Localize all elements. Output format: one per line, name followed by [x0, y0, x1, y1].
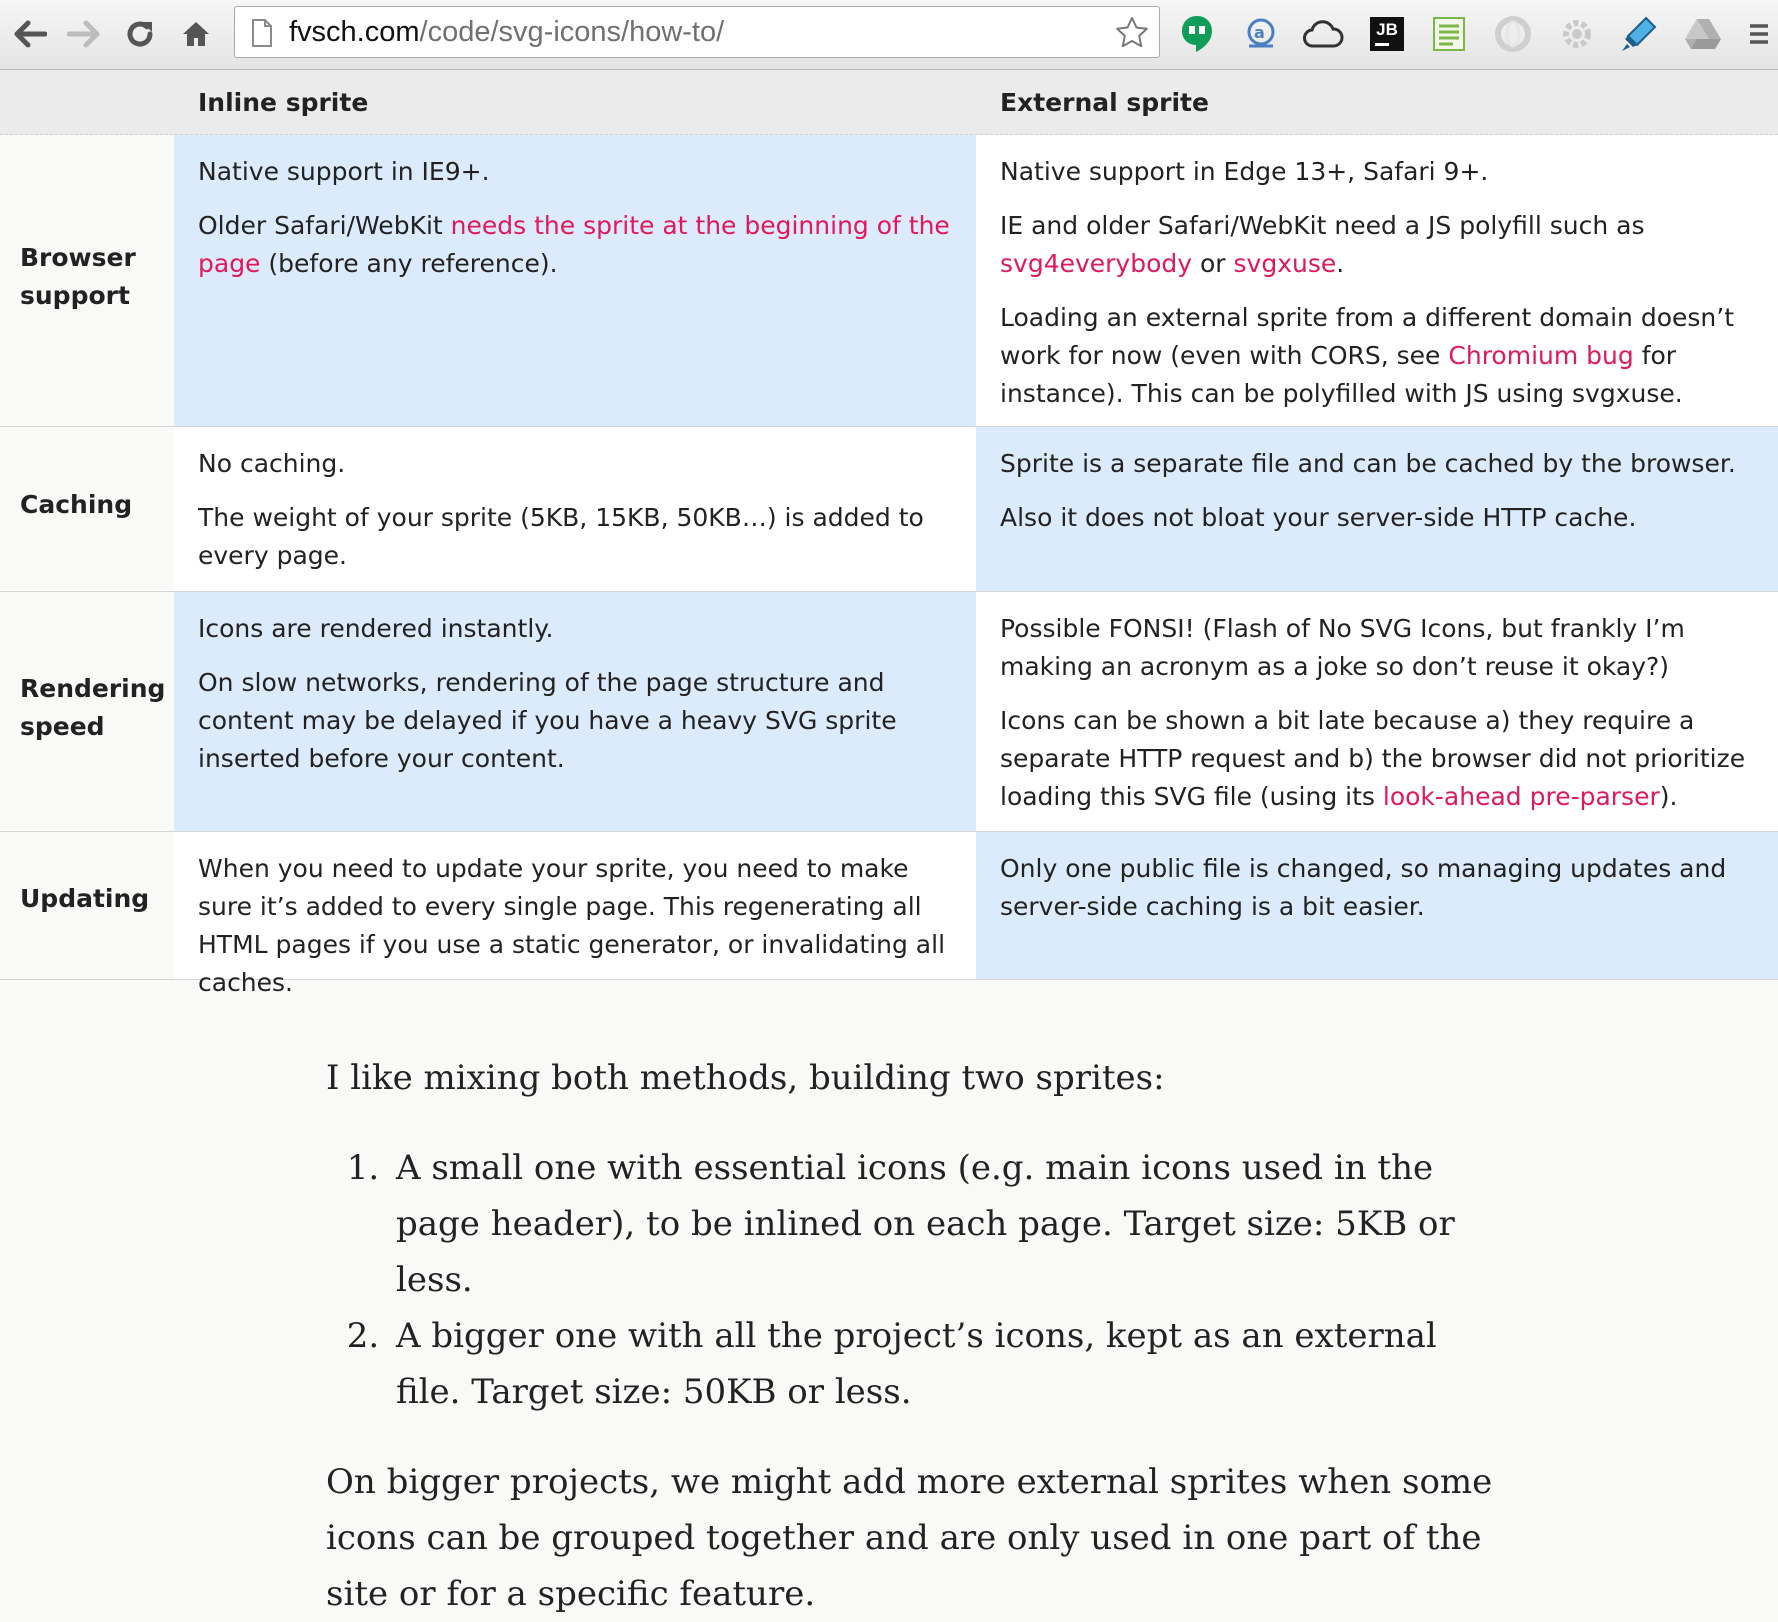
translate-icon[interactable]: a	[1238, 11, 1284, 57]
row-header-line: Browser	[20, 243, 136, 272]
table-row-browser-support: Browser support Native support in IE9+. …	[0, 135, 1778, 427]
cell-text: Sprite is a separate file and can be cac…	[1000, 449, 1736, 478]
cell-text: Icons are rendered instantly.	[198, 614, 554, 643]
cell-text: Older Safari/WebKit needs the sprite at …	[198, 207, 952, 283]
cell-text: Native support in Edge 13+, Safari 9+.	[1000, 157, 1489, 186]
bookmark-star-icon[interactable]	[1115, 16, 1149, 48]
url-host: fvsch.com	[289, 16, 420, 48]
address-bar[interactable]: fvsch.com/code/svg-icons/how-to/	[234, 6, 1160, 58]
cell-text: Also it does not bloat your server-side …	[1000, 503, 1637, 532]
cell-text: The weight of your sprite (5KB, 15KB, 50…	[198, 503, 924, 570]
list-item: A bigger one with all the project’s icon…	[390, 1308, 1496, 1420]
cell-external-updating: Only one public file is changed, so mana…	[976, 832, 1778, 979]
row-header-line: speed	[20, 712, 105, 741]
back-arrow-icon	[14, 20, 47, 48]
column-header-inline: Inline sprite	[198, 88, 369, 117]
cell-text-segment: Older Safari/WebKit	[198, 211, 451, 240]
table-row-updating: Updating When you need to update your sp…	[0, 832, 1778, 997]
cell-inline-browser-support: Native support in IE9+. Older Safari/Web…	[174, 135, 976, 426]
drive-icon[interactable]	[1680, 11, 1726, 57]
reload-button[interactable]	[116, 10, 164, 58]
url-path: /code/svg-icons/how-to/	[419, 16, 725, 48]
row-header-caching: Caching	[20, 490, 133, 519]
link-chromium-bug[interactable]: Chromium bug	[1448, 341, 1633, 370]
jetbrains-label: JB	[1376, 20, 1398, 39]
back-button[interactable]	[6, 10, 54, 58]
article-closing: On bigger projects, we might add more ex…	[326, 1462, 1493, 1614]
home-button[interactable]	[172, 10, 220, 58]
cell-text: Icons can be shown a bit late because a)…	[1000, 702, 1754, 816]
cell-text: On slow networks, rendering of the page …	[198, 668, 897, 773]
cell-text: Possible FONSI! (Flash of No SVG Icons, …	[1000, 614, 1685, 681]
article-body: I like mixing both methods, building two…	[326, 1050, 1496, 1622]
cell-text-segment: or	[1192, 249, 1234, 278]
row-header-line: Rendering	[20, 674, 166, 703]
forward-button[interactable]	[60, 10, 108, 58]
list-item: A small one with essential icons (e.g. m…	[390, 1140, 1496, 1308]
row-header-line: support	[20, 281, 130, 310]
link-svg4everybody[interactable]: svg4everybody	[1000, 249, 1192, 278]
sprite-list: A small one with essential icons (e.g. m…	[326, 1140, 1496, 1420]
opera-icon[interactable]	[1490, 11, 1536, 57]
cell-inline-rendering-speed: Icons are rendered instantly. On slow ne…	[174, 592, 976, 831]
menu-icon[interactable]	[1744, 11, 1774, 57]
cell-text: When you need to update your sprite, you…	[198, 854, 946, 997]
page-icon	[252, 19, 272, 47]
cloud-icon[interactable]	[1300, 11, 1346, 57]
cell-text: Only one public file is changed, so mana…	[1000, 854, 1727, 921]
sheet-icon[interactable]	[1426, 11, 1472, 57]
column-header-external: External sprite	[1000, 88, 1209, 117]
table-row-caching: Caching No caching. The weight of your s…	[0, 427, 1778, 592]
cell-external-browser-support: Native support in Edge 13+, Safari 9+. I…	[976, 135, 1778, 426]
cell-text-segment: IE and older Safari/WebKit need a JS pol…	[1000, 211, 1645, 240]
link-look-ahead-pre-parser[interactable]: look-ahead pre-parser	[1383, 782, 1660, 811]
row-header-browser-support: Browser support	[20, 239, 160, 315]
cell-text: Loading an external sprite from a differ…	[1000, 299, 1754, 413]
settings-icon[interactable]	[1554, 11, 1600, 57]
table-row-rendering-speed: Rendering speed Icons are rendered insta…	[0, 592, 1778, 832]
cell-inline-updating: When you need to update your sprite, you…	[174, 832, 976, 997]
browser-toolbar: fvsch.com/code/svg-icons/how-to/ a JB	[0, 0, 1778, 70]
row-header-rendering-speed: Rendering speed	[20, 670, 166, 746]
jetbrains-icon[interactable]: JB	[1364, 11, 1410, 57]
cell-external-rendering-speed: Possible FONSI! (Flash of No SVG Icons, …	[976, 592, 1778, 831]
highlighter-icon[interactable]	[1616, 11, 1662, 57]
url-text[interactable]: fvsch.com/code/svg-icons/how-to/	[289, 7, 724, 57]
cell-text: IE and older Safari/WebKit need a JS pol…	[1000, 207, 1754, 283]
cell-inline-caching: No caching. The weight of your sprite (5…	[174, 427, 976, 591]
home-icon	[183, 22, 209, 46]
cell-text-segment: (before any reference).	[260, 249, 558, 278]
cell-text-segment: .	[1336, 249, 1345, 278]
cell-external-caching: Sprite is a separate file and can be cac…	[976, 427, 1778, 591]
table-header: Inline sprite External sprite	[0, 70, 1778, 135]
cell-text: No caching.	[198, 449, 346, 478]
cell-text: Native support in IE9+.	[198, 157, 490, 186]
row-header-updating: Updating	[20, 884, 150, 913]
reload-icon	[127, 21, 153, 47]
cell-text-segment: ).	[1659, 782, 1678, 811]
article-intro: I like mixing both methods, building two…	[326, 1058, 1165, 1098]
jetbrains-badge: JB	[1370, 17, 1404, 51]
link-svgxuse[interactable]: svgxuse	[1234, 249, 1337, 278]
hangouts-icon[interactable]	[1174, 11, 1220, 57]
svg-text:a: a	[1254, 23, 1265, 42]
forward-arrow-icon	[67, 20, 100, 48]
